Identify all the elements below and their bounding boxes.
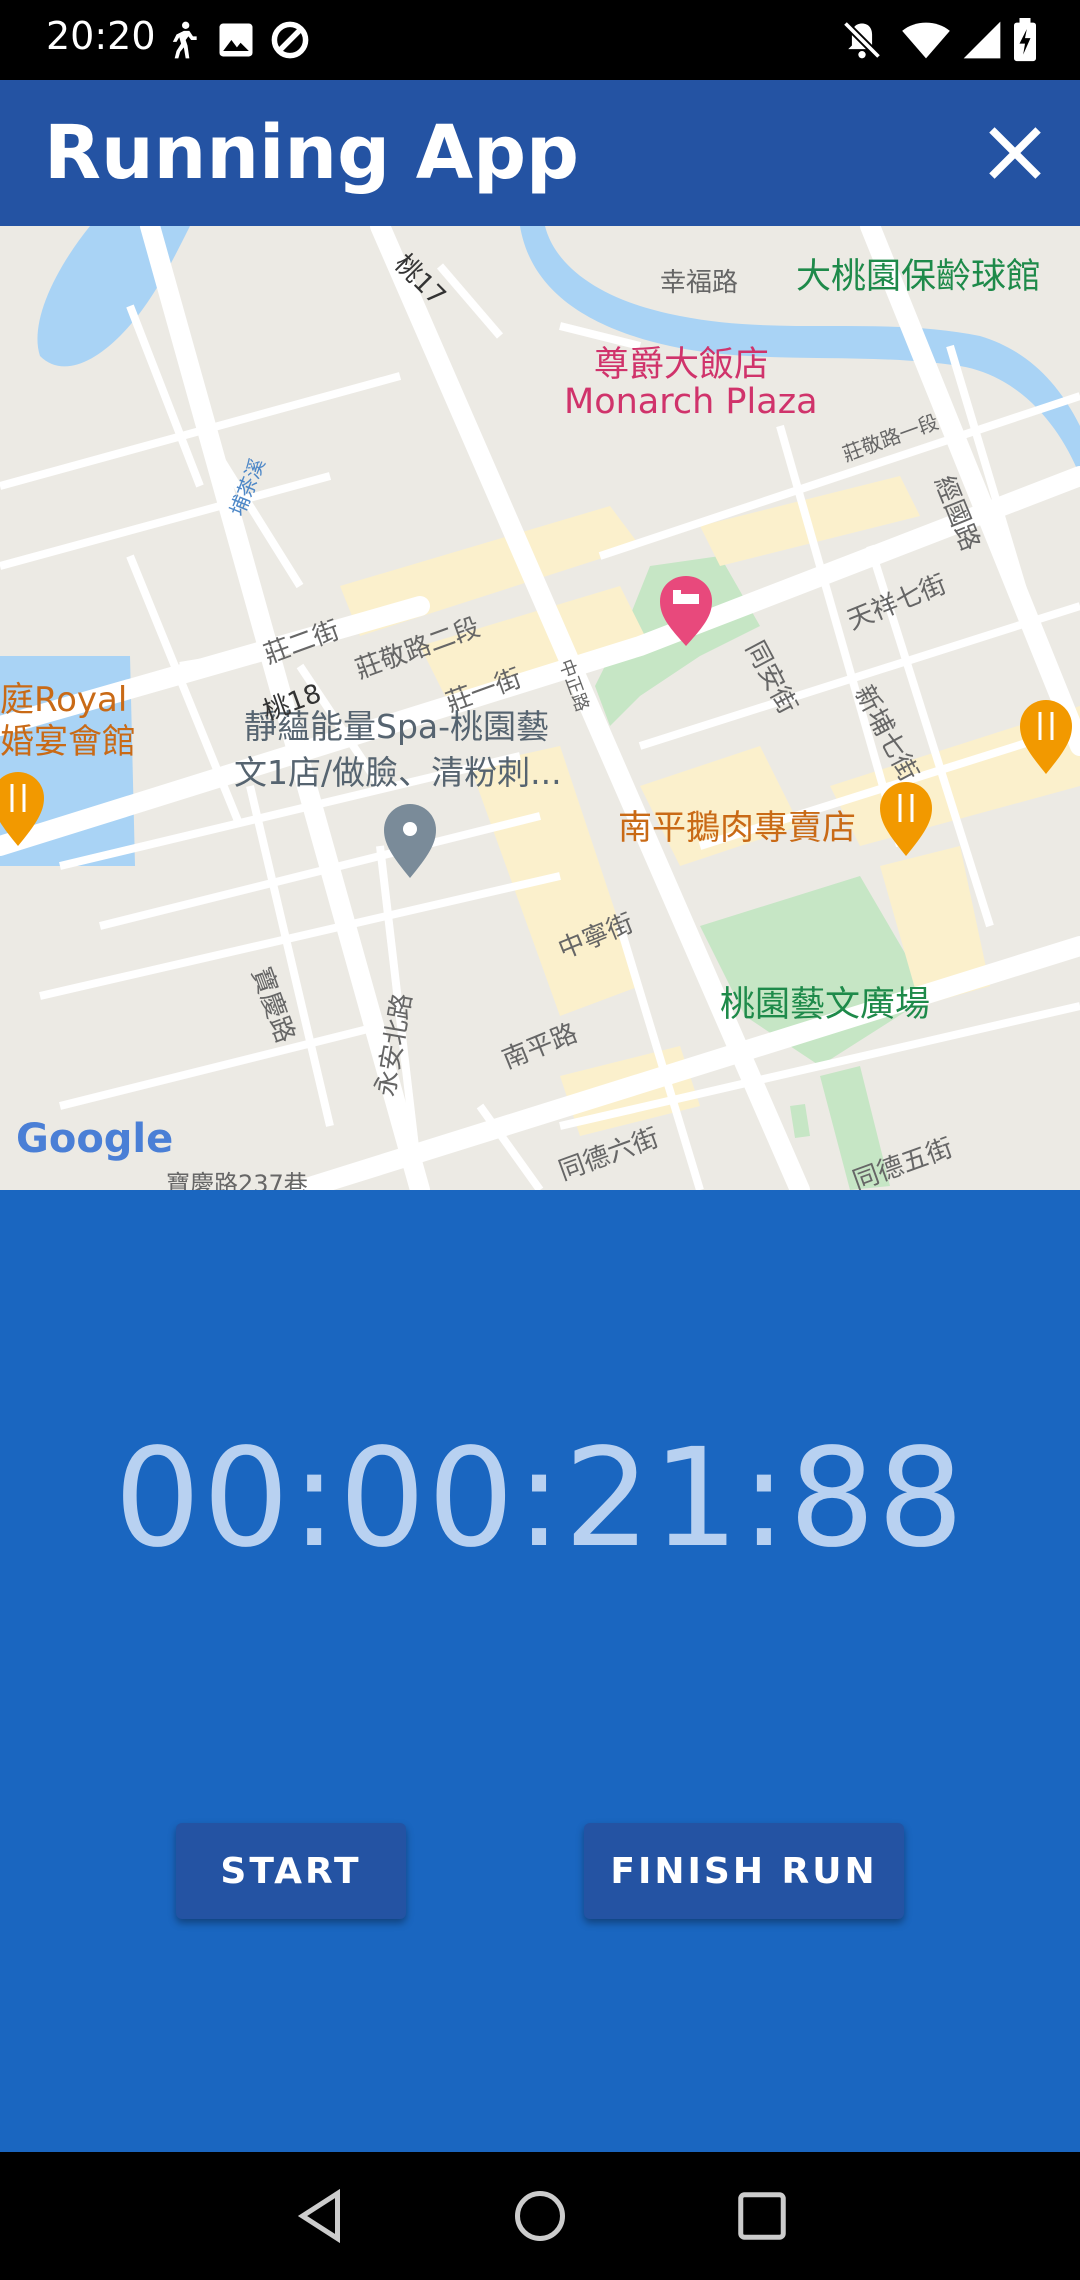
map-label-baoqing-237: 寶慶路237巷 <box>166 1170 308 1190</box>
running-icon <box>172 21 197 59</box>
cell-signal-icon <box>963 21 1001 59</box>
back-icon[interactable] <box>290 2186 350 2246</box>
restaurant-pin-1 <box>880 782 932 856</box>
map-label-hotel-en: Monarch Plaza <box>564 382 818 422</box>
app-bar: Running App <box>0 80 1080 226</box>
home-icon[interactable] <box>510 2186 570 2246</box>
google-logo: Google <box>16 1116 174 1162</box>
run-control-panel: 00:00:21:88 START FINISH RUN <box>0 1190 1080 2152</box>
wifi-icon <box>902 22 950 59</box>
map-label-royal-2: 婚宴會館 <box>0 722 136 762</box>
notifications-off-icon <box>842 20 882 60</box>
running-app-screen: 20:20 Running App 大桃園保齡球館 幸福路 尊爵大飯店 Mona… <box>0 0 1080 2280</box>
map-label-hotel-zh: 尊爵大飯店 <box>594 345 770 385</box>
map-label-spa-2: 文1店/做臉、清粉刺... <box>234 753 562 792</box>
map-label-bowling: 大桃園保齡球館 <box>796 257 1042 297</box>
app-title: Running App <box>44 110 580 196</box>
park-green-3 <box>790 1104 810 1138</box>
run-timer: 00:00:21:88 <box>114 1420 966 1578</box>
close-icon[interactable] <box>980 118 1050 188</box>
image-icon <box>219 23 253 57</box>
status-bar: 20:20 <box>0 0 1080 80</box>
map-label-chicken-shop: 南平鵝肉專賣店 <box>618 808 856 848</box>
map-label-arts-square: 桃園藝文廣場 <box>720 985 931 1025</box>
map-label-xingfu-road: 幸福路 <box>660 268 739 298</box>
start-button[interactable]: START <box>176 1823 406 1919</box>
finish-run-button[interactable]: FINISH RUN <box>584 1823 904 1919</box>
spa-pin <box>384 804 436 878</box>
battery-charging-icon <box>1014 18 1036 62</box>
map-view[interactable]: 大桃園保齡球館 幸福路 尊爵大飯店 Monarch Plaza 庭Royal 婚… <box>0 226 1080 1190</box>
status-time: 20:20 <box>46 14 156 58</box>
recents-icon[interactable] <box>732 2186 792 2246</box>
data-saver-icon <box>271 21 309 59</box>
navigation-bar <box>0 2152 1080 2280</box>
